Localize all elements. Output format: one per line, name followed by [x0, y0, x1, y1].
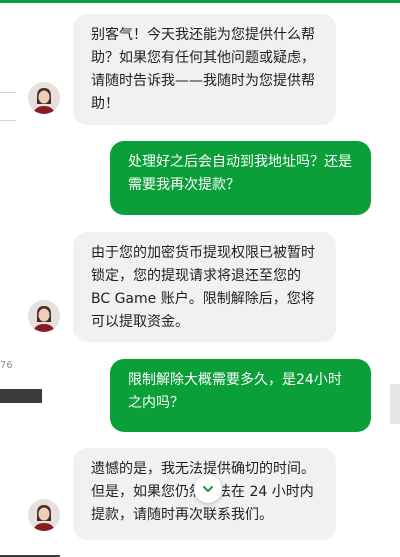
left-page-fragment: 76 — [0, 360, 13, 371]
edge-fragment — [0, 120, 16, 121]
scroll-to-bottom-button[interactable] — [194, 475, 222, 503]
page-fragment — [0, 389, 42, 403]
agent-message-bubble: 别客气！今天我还能为您提供什么帮助？如果您有任何其他问题或疑虑，请随时告诉我——… — [73, 14, 336, 125]
agent-message-bubble: 由于您的加密货币提现权限已被暂时锁定，您的提现请求将退还至您的 BC Game … — [73, 232, 336, 342]
chevron-down-icon — [203, 486, 213, 492]
top-accent-bar — [0, 0, 400, 3]
agent-avatar — [28, 499, 60, 531]
scrollbar-fragment — [390, 384, 400, 424]
user-message-bubble: 处理好之后会自动到我地址吗？还是需要我再次提款？ — [110, 141, 371, 215]
agent-avatar — [28, 82, 60, 114]
edge-fragment — [0, 92, 16, 93]
agent-avatar — [28, 300, 60, 332]
user-message-bubble: 限制解除大概需要多久，是24小时之内吗？ — [110, 359, 371, 432]
